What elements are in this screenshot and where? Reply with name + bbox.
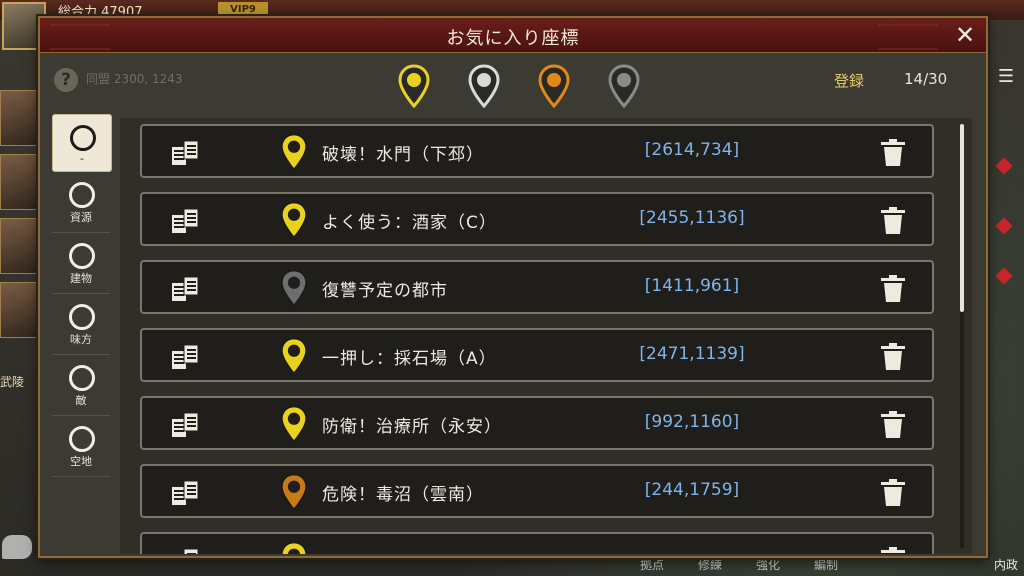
dialog-title-bar: お気に入り座標 ✕ bbox=[40, 18, 986, 53]
bookmark-name: 破壊！水門（下邳） bbox=[322, 145, 484, 165]
general-portrait[interactable] bbox=[0, 154, 38, 210]
help-icon[interactable]: ? bbox=[54, 68, 78, 92]
general-portraits bbox=[0, 90, 38, 346]
edit-memo-icon[interactable] bbox=[170, 207, 200, 235]
category-label: 味方 bbox=[70, 333, 92, 346]
bottom-menu-item[interactable]: 修練 bbox=[698, 556, 722, 573]
bookmark-row[interactable]: 一押し：採石場（A） [2471,1139] bbox=[140, 328, 934, 382]
register-count: 14/30 bbox=[904, 70, 948, 88]
bookmark-coordinate-link[interactable]: [2614,734] bbox=[612, 140, 772, 160]
alert-diamond-icon bbox=[995, 267, 1013, 285]
edit-memo-icon[interactable] bbox=[170, 479, 200, 507]
general-portrait[interactable] bbox=[0, 90, 38, 146]
trash-icon[interactable] bbox=[880, 479, 906, 507]
location-pin-icon bbox=[280, 472, 308, 512]
background-coordinate-text: 同盟 2300, 1243 bbox=[86, 72, 183, 86]
bookmark-list[interactable]: 破壊！水門（下邳） [2614,734] よく使う：酒家（C） [2455,1136]… bbox=[120, 118, 972, 554]
bookmark-row[interactable]: 復讐予定の都市 [1411,961] bbox=[140, 260, 934, 314]
bookmark-coordinate-link[interactable]: [2471,1139] bbox=[612, 344, 772, 364]
bookmark-row[interactable]: 破壊！水門（下邳） [2614,734] bbox=[140, 124, 934, 178]
bottom-menu: 拠点 修練 強化 編制 bbox=[640, 556, 838, 573]
alert-diamond-icon bbox=[995, 157, 1013, 175]
category-circle-icon bbox=[69, 426, 95, 452]
category-tab[interactable]: 味方 bbox=[52, 294, 110, 355]
category-sidebar: - 資源建物味方敵空地 bbox=[50, 114, 112, 554]
trash-icon[interactable] bbox=[880, 547, 906, 554]
location-pin-icon bbox=[280, 132, 308, 172]
bookmark-coordinate-link[interactable]: [2455,1136] bbox=[612, 208, 772, 228]
bookmark-name: 一押し：採石場（A） bbox=[322, 349, 497, 369]
edit-memo-icon[interactable] bbox=[170, 139, 200, 167]
trash-icon[interactable] bbox=[880, 139, 906, 167]
bookmark-coordinate-link[interactable]: [244,1759] bbox=[612, 480, 772, 500]
bookmark-name: 復讐予定の都市 bbox=[322, 281, 448, 301]
location-pin-icon bbox=[280, 404, 308, 444]
category-tab[interactable]: 資源 bbox=[52, 172, 110, 233]
category-circle-icon bbox=[69, 304, 95, 330]
menu-icon[interactable]: ☰ bbox=[998, 66, 1014, 87]
vip-badge[interactable]: VIP9 bbox=[218, 2, 268, 17]
bookmark-row[interactable]: よく使う：酒家（C） [2455,1136] bbox=[140, 192, 934, 246]
trash-icon[interactable] bbox=[880, 411, 906, 439]
internal-affairs-label[interactable]: 内政 bbox=[994, 556, 1018, 573]
chat-icon[interactable] bbox=[2, 535, 32, 559]
category-label: 敵 bbox=[75, 394, 87, 407]
general-portrait[interactable] bbox=[0, 282, 38, 338]
bookmark-coordinate-link[interactable]: [992,1160] bbox=[612, 412, 772, 432]
scrollbar-thumb[interactable] bbox=[960, 124, 964, 312]
category-tab[interactable]: 敵 bbox=[52, 355, 110, 416]
bookmark-coordinate-link[interactable]: [1411,961] bbox=[612, 276, 772, 296]
scrollbar[interactable] bbox=[960, 124, 964, 548]
category-circle-icon bbox=[69, 243, 95, 269]
trash-icon[interactable] bbox=[880, 275, 906, 303]
edit-memo-icon[interactable] bbox=[170, 411, 200, 439]
location-pin-icon bbox=[280, 540, 308, 554]
bookmark-name: よく使う：酒家（C） bbox=[322, 213, 497, 233]
register-label: 登録 bbox=[834, 72, 865, 90]
category-circle-icon bbox=[69, 182, 95, 208]
edit-memo-icon[interactable] bbox=[170, 547, 200, 554]
location-pin-icon bbox=[280, 200, 308, 240]
bookmark-name: 防衛！治療所（永安） bbox=[322, 417, 502, 437]
bottom-menu-item[interactable]: 編制 bbox=[814, 556, 838, 573]
pin-filter-gray-icon[interactable] bbox=[468, 64, 500, 109]
favorite-coordinates-dialog: お気に入り座標 ✕ ? 同盟 2300, 1243 登録 14/30 - 資源建物… bbox=[38, 16, 988, 558]
bottom-menu-item[interactable]: 拠点 bbox=[640, 556, 664, 573]
pin-filter-dark-icon[interactable] bbox=[608, 64, 640, 109]
category-tab[interactable]: 建物 bbox=[52, 233, 110, 294]
category-circle-icon bbox=[70, 125, 96, 151]
general-portrait[interactable] bbox=[0, 218, 38, 274]
alert-diamond-icon bbox=[995, 217, 1013, 235]
bottom-menu-item[interactable]: 強化 bbox=[756, 556, 780, 573]
edit-memo-icon[interactable] bbox=[170, 343, 200, 371]
dialog-title: お気に入り座標 bbox=[446, 28, 580, 49]
category-label: 建物 bbox=[70, 272, 92, 285]
close-button[interactable]: ✕ bbox=[952, 22, 978, 48]
location-pin-icon bbox=[280, 336, 308, 376]
map-region-label: 武陵 bbox=[0, 375, 25, 389]
category-tab[interactable]: 空地 bbox=[52, 416, 110, 477]
edit-memo-icon[interactable] bbox=[170, 275, 200, 303]
right-side-strip bbox=[988, 60, 1024, 500]
pin-filter-yellow-icon[interactable] bbox=[398, 64, 430, 109]
pin-filter-orange-icon[interactable] bbox=[538, 64, 570, 109]
trash-icon[interactable] bbox=[880, 207, 906, 235]
pin-color-filters bbox=[398, 64, 640, 109]
category-label: 空地 bbox=[70, 455, 92, 468]
bookmark-name: 危険！毒沼（雲南） bbox=[322, 485, 484, 505]
category-label: 資源 bbox=[70, 211, 92, 224]
category-tab[interactable]: - bbox=[52, 114, 112, 172]
bookmark-row[interactable]: 危険！毒沼（雲南） [244,1759] bbox=[140, 464, 934, 518]
category-circle-icon bbox=[69, 365, 95, 391]
title-ornament bbox=[878, 24, 938, 50]
trash-icon[interactable] bbox=[880, 343, 906, 371]
location-pin-icon bbox=[280, 268, 308, 308]
bookmark-row[interactable]: 防衛！治療所（永安） [992,1160] bbox=[140, 396, 934, 450]
category-label: - bbox=[80, 152, 84, 165]
bookmark-row[interactable] bbox=[140, 532, 934, 554]
